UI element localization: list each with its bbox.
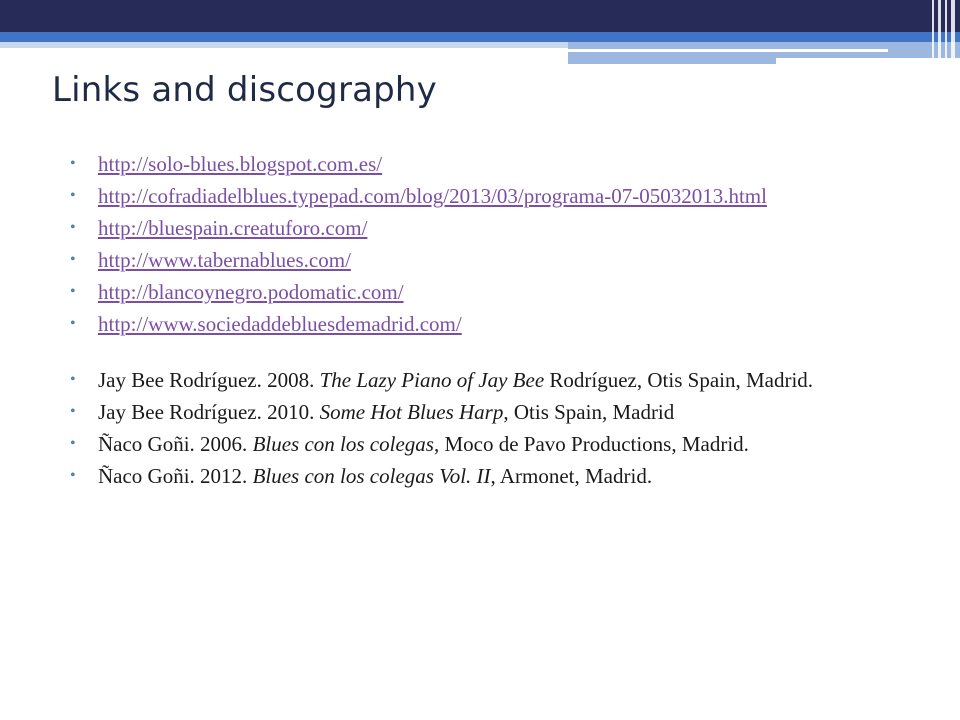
link[interactable]: http://www.tabernablues.com/ — [98, 248, 351, 272]
slide-title: Links and discography — [52, 70, 438, 110]
citation-tail: , Otis Spain, Madrid — [503, 400, 675, 424]
discography-item: • Jay Bee Rodríguez. 2008. The Lazy Piano… — [70, 366, 920, 394]
bullet-icon: • — [70, 315, 76, 332]
discography-item: • Ñaco Goñi. 2012. Blues con los colegas … — [70, 462, 920, 490]
link[interactable]: http://bluespain.creatuforo.com/ — [98, 216, 367, 240]
link[interactable]: http://cofradiadelblues.typepad.com/blog… — [98, 184, 767, 208]
header-stripes — [926, 0, 960, 64]
link-item: • http://bluespain.creatuforo.com/ — [70, 214, 920, 242]
spacer — [70, 342, 920, 366]
bullet-icon: • — [70, 155, 76, 172]
bullet-icon: • — [70, 251, 76, 268]
link-item: • http://blancoynegro.podomatic.com/ — [70, 278, 920, 306]
link[interactable]: http://www.sociedaddebluesdemadrid.com/ — [98, 312, 462, 336]
citation-tail: Rodríguez, Otis Spain, Madrid. — [544, 368, 814, 392]
citation-lead: Jay Bee Rodríguez. 2010. — [98, 400, 320, 424]
album-title: Some Hot Blues Harp — [319, 400, 504, 424]
citation-tail: , Armonet, Madrid. — [490, 464, 653, 488]
header-band-light — [0, 42, 570, 48]
header-band-line — [568, 49, 888, 52]
discography-item: • Ñaco Goñi. 2006. Blues con los colegas,… — [70, 430, 920, 458]
album-title: Blues con los colegas Vol. II — [252, 464, 491, 488]
bullet-icon: • — [70, 467, 76, 484]
bullet-icon: • — [70, 403, 76, 420]
bullet-icon: • — [70, 435, 76, 452]
bullet-icon: • — [70, 187, 76, 204]
link-item: • http://www.tabernablues.com/ — [70, 246, 920, 274]
bullet-icon: • — [70, 219, 76, 236]
header-band-dark — [0, 0, 960, 32]
link[interactable]: http://solo-blues.blogspot.com.es/ — [98, 152, 382, 176]
album-title: The Lazy Piano of Jay Bee — [319, 368, 545, 392]
citation-tail: , Moco de Pavo Productions, Madrid. — [433, 432, 749, 456]
header-band-blue — [0, 32, 960, 42]
citation-lead: Ñaco Goñi. 2012. — [98, 464, 253, 488]
link-item: • http://solo-blues.blogspot.com.es/ — [70, 150, 920, 178]
slide: Links and discography • http://solo-blues… — [0, 0, 960, 720]
link-item: • http://cofradiadelblues.typepad.com/blo… — [70, 182, 920, 210]
bullet-icon: • — [70, 283, 76, 300]
content-list: • http://solo-blues.blogspot.com.es/ • htt… — [70, 150, 920, 494]
citation-lead: Jay Bee Rodríguez. 2008. — [98, 368, 320, 392]
discography-item: • Jay Bee Rodríguez. 2010. Some Hot Blues… — [70, 398, 920, 426]
link-item: • http://www.sociedaddebluesdemadrid.com/ — [70, 310, 920, 338]
bullet-icon: • — [70, 371, 76, 388]
link[interactable]: http://blancoynegro.podomatic.com/ — [98, 280, 404, 304]
album-title: Blues con los colegas — [252, 432, 434, 456]
citation-lead: Ñaco Goñi. 2006. — [98, 432, 253, 456]
